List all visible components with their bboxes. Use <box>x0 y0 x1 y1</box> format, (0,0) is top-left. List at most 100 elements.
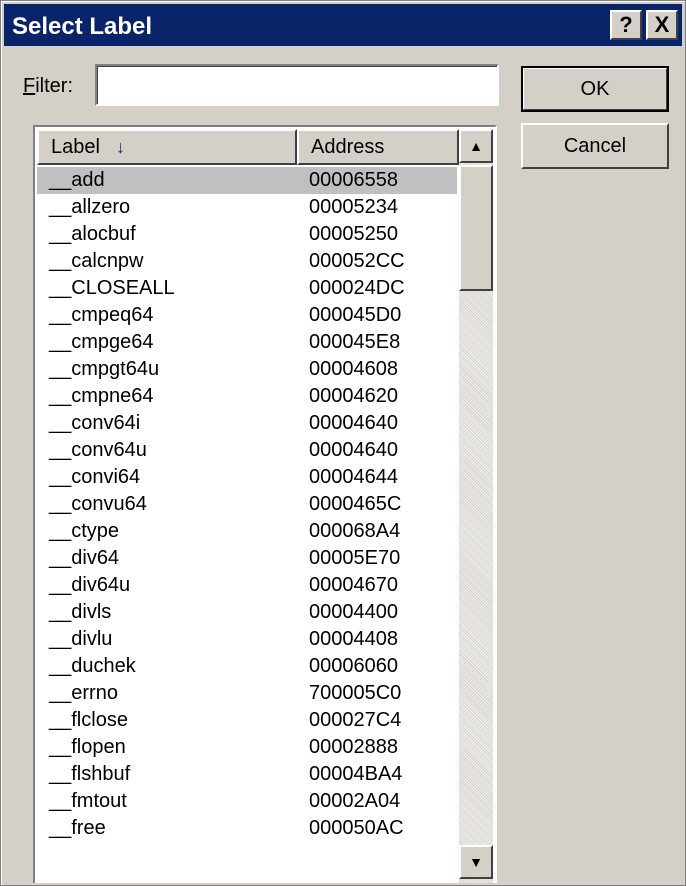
label-cell: __CLOSEALL <box>49 277 175 299</box>
label-cell: __ctype <box>49 520 120 542</box>
label-cell: __allzero <box>49 196 131 218</box>
list-item[interactable]: __conv64i 00004640 <box>37 410 457 437</box>
label-cell: __fmtout <box>49 790 127 812</box>
list-item[interactable]: __divls 00004400 <box>37 599 457 626</box>
list-item[interactable]: __div64u 00004670 <box>37 572 457 599</box>
close-icon: X <box>654 12 670 37</box>
label-cell: __flclose <box>49 709 128 731</box>
address-cell: 00005250 <box>309 223 398 245</box>
address-cell: 00004620 <box>309 385 398 407</box>
address-cell: 00004400 <box>309 601 398 623</box>
address-cell: 000024DC <box>309 277 405 299</box>
label-cell: __cmpne64 <box>49 385 154 407</box>
address-cell: 00005E70 <box>309 547 401 569</box>
address-cell: 00006558 <box>309 169 398 191</box>
label-cell: __div64 <box>49 547 120 569</box>
list-item[interactable]: __duchek 00006060 <box>37 653 457 680</box>
help-icon: ? <box>619 12 633 37</box>
list-item[interactable]: __div64 00005E70 <box>37 545 457 572</box>
list-item[interactable]: __errno 700005C0 <box>37 680 457 707</box>
scroll-down-button[interactable]: ▼ <box>459 845 493 879</box>
cancel-button[interactable]: Cancel <box>521 123 669 169</box>
list-item[interactable]: __cmpge64 000045E8 <box>37 329 457 356</box>
address-cell: 00004640 <box>309 412 398 434</box>
label-cell: __convu64 <box>49 493 147 515</box>
vertical-scrollbar[interactable]: ▲ ▼ <box>459 129 493 883</box>
filter-input[interactable] <box>95 64 499 106</box>
filter-label: Filter: <box>23 75 73 98</box>
list-item[interactable]: __flclose 000027C4 <box>37 707 457 734</box>
label-cell: __flopen <box>49 736 126 758</box>
list-item[interactable]: __cmpne64 00004620 <box>37 383 457 410</box>
address-cell: 00002A04 <box>309 790 401 812</box>
address-cell: 00004644 <box>309 466 398 488</box>
list-item[interactable]: __flopen 00002888 <box>37 734 457 761</box>
label-cell: __cmpgt64u <box>49 358 160 380</box>
label-cell: __divls <box>49 601 112 623</box>
cancel-button-label: Cancel <box>563 134 627 157</box>
title-bar[interactable]: Select Label ? X <box>4 4 682 46</box>
list-item[interactable]: __flshbuf 00004BA4 <box>37 761 457 788</box>
address-cell: 0000465C <box>309 493 402 515</box>
scroll-up-button[interactable]: ▲ <box>459 129 493 163</box>
label-cell: __conv64u <box>49 439 147 461</box>
list-header: Label ↓ Address <box>37 129 459 165</box>
column-header-label[interactable]: Label ↓ <box>37 129 297 165</box>
address-cell: 700005C0 <box>309 682 402 704</box>
close-button[interactable]: X <box>646 10 678 40</box>
address-cell: 000027C4 <box>309 709 402 731</box>
address-cell: 00004670 <box>309 574 398 596</box>
label-cell: __add <box>49 169 105 191</box>
list-rows: __add 00006558 __allzero 00005234 __alocbuf 0… <box>37 167 457 842</box>
address-cell: 00005234 <box>309 196 398 218</box>
address-cell: 000045D0 <box>309 304 402 326</box>
label-cell: __conv64i <box>49 412 141 434</box>
label-cell: __errno <box>49 682 118 704</box>
list-item[interactable]: __convu64 0000465C <box>37 491 457 518</box>
list-item[interactable]: __cmpgt64u 00004608 <box>37 356 457 383</box>
column-header-address-text: Address <box>311 135 385 158</box>
label-cell: __alocbuf <box>49 223 136 245</box>
sort-descending-icon: ↓ <box>115 136 125 157</box>
scroll-thumb[interactable] <box>459 165 493 291</box>
ok-button-label: OK <box>580 77 610 100</box>
help-button[interactable]: ? <box>610 10 642 40</box>
label-cell: __divlu <box>49 628 113 650</box>
label-cell: __calcnpw <box>49 250 144 272</box>
list-item[interactable]: __free 000050AC <box>37 815 457 842</box>
list-item[interactable]: __fmtout 00002A04 <box>37 788 457 815</box>
address-cell: 00004408 <box>309 628 398 650</box>
label-cell: __flshbuf <box>49 763 131 785</box>
label-cell: __div64u <box>49 574 131 596</box>
address-cell: 00002888 <box>309 736 398 758</box>
label-cell: __cmpge64 <box>49 331 154 353</box>
address-cell: 00006060 <box>309 655 398 677</box>
column-header-label-text: Label <box>51 135 100 158</box>
filter-label-text: ilter: <box>35 75 74 97</box>
address-cell: 00004608 <box>309 358 398 380</box>
label-cell: __duchek <box>49 655 136 677</box>
label-list[interactable]: Label ↓ Address __add 00006558 __allzero 00… <box>33 125 497 883</box>
address-cell: 000068A4 <box>309 520 401 542</box>
list-item[interactable]: __cmpeq64 000045D0 <box>37 302 457 329</box>
filter-label-accelerator: F <box>23 75 36 97</box>
ok-button[interactable]: OK <box>521 66 669 112</box>
list-item[interactable]: __alocbuf 00005250 <box>37 221 457 248</box>
list-item[interactable]: __divlu 00004408 <box>37 626 457 653</box>
scroll-up-icon: ▲ <box>469 138 483 154</box>
list-item[interactable]: __conv64u 00004640 <box>37 437 457 464</box>
address-cell: 00004640 <box>309 439 398 461</box>
column-header-address[interactable]: Address <box>297 129 459 165</box>
address-cell: 000045E8 <box>309 331 401 353</box>
list-item[interactable]: __convi64 00004644 <box>37 464 457 491</box>
list-item[interactable]: __ctype 000068A4 <box>37 518 457 545</box>
address-cell: 000052CC <box>309 250 405 272</box>
list-item[interactable]: __allzero 00005234 <box>37 194 457 221</box>
label-cell: __free <box>49 817 106 839</box>
list-item[interactable]: __add 00006558 <box>37 167 457 194</box>
dialog-title: Select Label <box>12 13 153 40</box>
list-item[interactable]: __CLOSEALL 000024DC <box>37 275 457 302</box>
scroll-down-icon: ▼ <box>469 854 483 870</box>
address-cell: 00004BA4 <box>309 763 403 785</box>
list-item[interactable]: __calcnpw 000052CC <box>37 248 457 275</box>
